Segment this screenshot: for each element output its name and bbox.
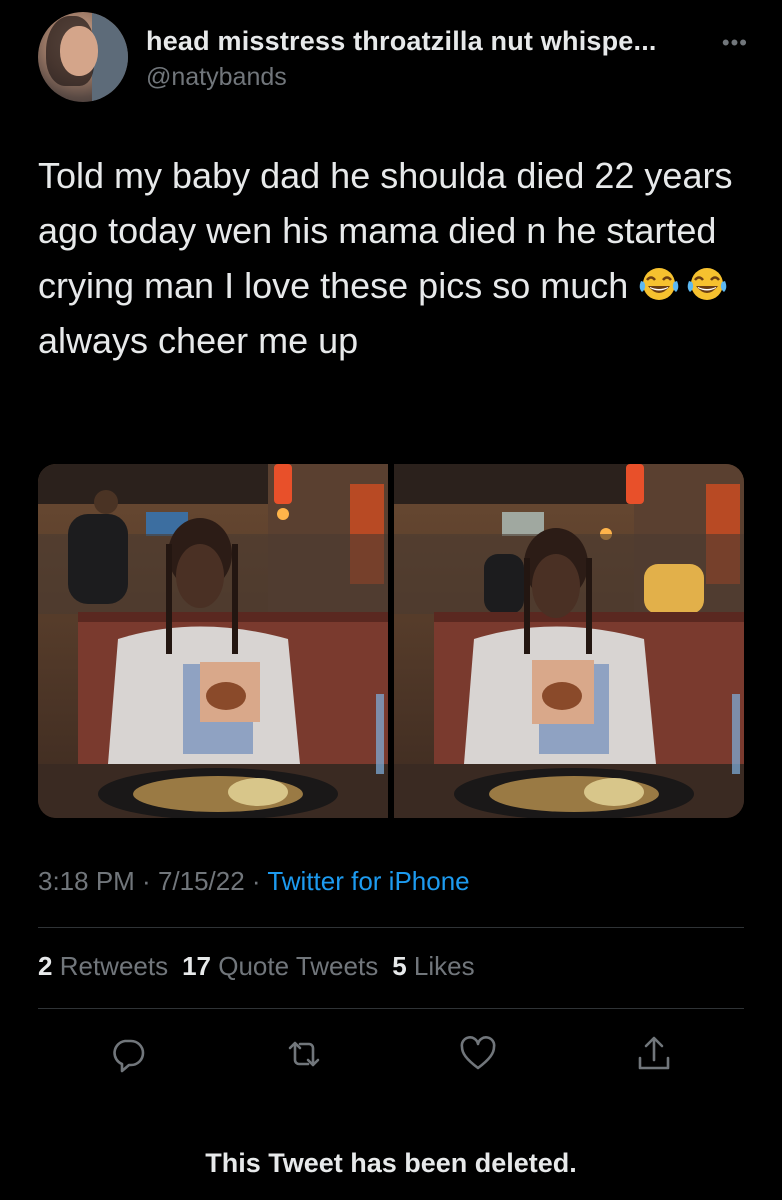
retweets-stat[interactable]: 2 Retweets	[38, 951, 168, 981]
like-icon[interactable]	[458, 1034, 498, 1074]
meta-separator: ·	[244, 866, 268, 896]
tears-of-joy-emoji-icon	[639, 268, 679, 300]
tweet-time[interactable]: 3:18 PM	[38, 866, 135, 896]
tweet-text-part2: always cheer me up	[38, 320, 359, 361]
retweets-count: 2	[38, 951, 53, 981]
tears-of-joy-emoji-icon	[687, 268, 727, 300]
retweet-icon[interactable]	[284, 1034, 324, 1074]
meta-separator: ·	[134, 866, 158, 896]
retweets-label: Retweets	[59, 951, 169, 981]
author-handle[interactable]: @natybands	[146, 63, 287, 92]
tweet-source-link[interactable]: Twitter for iPhone	[267, 866, 469, 896]
tweet-stats: 2 Retweets 17 Quote Tweets 5 Likes	[38, 951, 475, 982]
tweet-actions	[0, 1034, 782, 1074]
share-icon[interactable]	[634, 1034, 674, 1074]
author-display-name[interactable]: head misstress throatzilla nut whispe...	[146, 26, 657, 57]
media-photo[interactable]	[394, 464, 744, 818]
quote-tweets-label: Quote Tweets	[218, 951, 379, 981]
tweet-header: head misstress throatzilla nut whispe...…	[38, 12, 748, 104]
more-horizontal-icon[interactable]: •••	[722, 30, 748, 56]
tweet-text-part1: Told my baby dad he shoulda died 22 year…	[38, 155, 733, 306]
tweet-text: Told my baby dad he shoulda died 22 year…	[38, 148, 738, 368]
tweet-date[interactable]: 7/15/22	[158, 866, 245, 896]
divider	[38, 927, 744, 928]
likes-count: 5	[392, 951, 407, 981]
divider	[38, 1008, 744, 1009]
quote-tweets-count: 17	[182, 951, 212, 981]
tweet-media	[38, 464, 744, 818]
tweet-timestamp: 3:18 PM · 7/15/22 · Twitter for iPhone	[38, 866, 470, 897]
likes-stat[interactable]: 5 Likes	[392, 951, 474, 981]
reply-icon[interactable]	[108, 1034, 148, 1074]
author-avatar[interactable]	[38, 12, 128, 102]
quote-tweets-stat[interactable]: 17 Quote Tweets	[182, 951, 378, 981]
likes-label: Likes	[413, 951, 475, 981]
deleted-tweet-notice: This Tweet has been deleted.	[205, 1148, 577, 1178]
media-photo[interactable]	[38, 464, 388, 818]
